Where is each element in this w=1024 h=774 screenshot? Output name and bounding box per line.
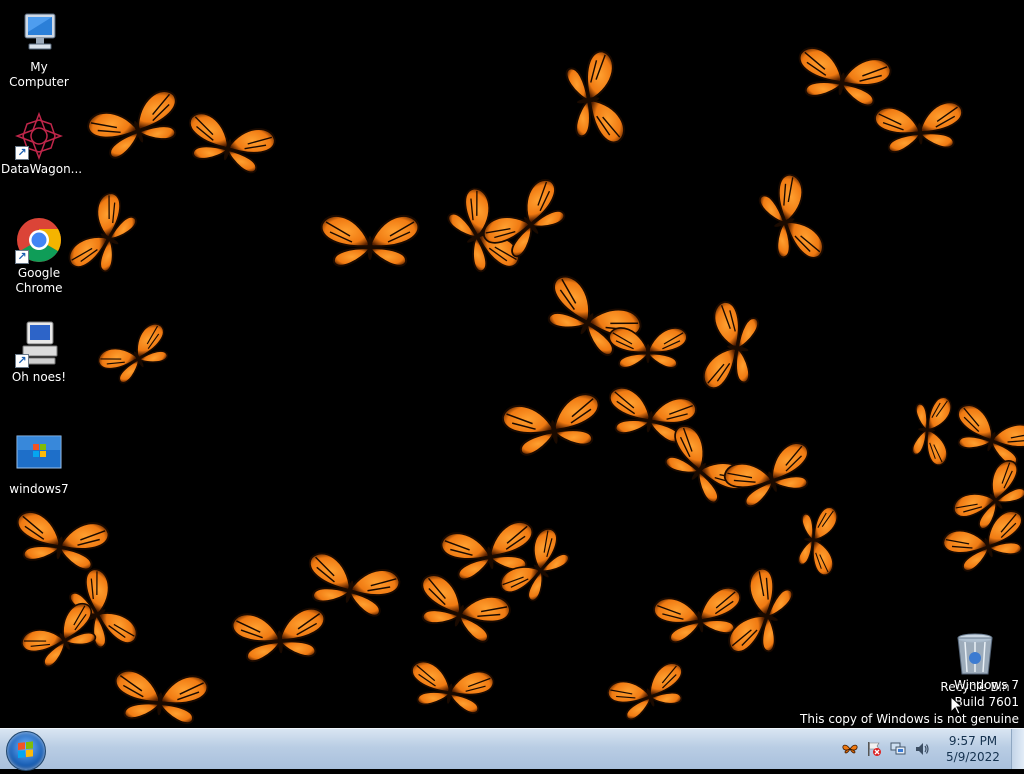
butterfly [700,299,762,395]
butterfly [792,44,894,110]
butterfly-icon[interactable] [842,741,858,757]
butterfly [10,508,112,574]
volume-icon[interactable] [914,741,930,757]
windows7-image-icon [15,432,63,480]
computer-icon [15,10,63,58]
desktop-icon-google-chrome[interactable]: ↗ Google Chrome [1,216,77,296]
icon-label: windows7 [9,482,69,496]
butterfly [409,570,514,649]
chrome-icon: ↗ [15,216,63,264]
butterfly [111,668,210,726]
desktop[interactable]: My Computer ↗ DataWagon... ↗ Google Chro… [0,0,1024,728]
butterfly [405,658,496,717]
recycle-bin-icon [951,630,999,678]
butterfly-wallpaper [10,44,1024,726]
action-center-flag-icon[interactable] [866,741,882,757]
show-desktop-button[interactable] [1011,729,1024,769]
taskbar-clock[interactable]: 9:57 PM 5/9/2022 [940,733,1006,765]
butterfly [230,606,329,664]
desktop-icon-datawagon[interactable]: ↗ DataWagon... [1,111,83,177]
butterfly [604,659,693,725]
clock-time: 9:57 PM [948,734,998,748]
desktop-icon-my-computer[interactable]: My Computer [1,10,77,90]
butterfly [796,504,839,577]
clock-date: 5/9/2022 [946,750,1000,764]
watermark-notice: This copy of Windows is not genuine [800,712,1019,726]
icon-label: Google Chrome [15,266,63,295]
shortcut-arrow-icon: ↗ [15,250,29,264]
icon-label: My Computer [9,60,69,89]
start-button[interactable] [6,731,46,771]
butterfly [94,319,178,390]
icon-label: DataWagon... [1,162,83,176]
butterfly [608,327,688,369]
butterfly [753,170,828,270]
network-icon[interactable] [890,741,906,757]
taskbar: 9:57 PM 5/9/2022 [0,728,1024,771]
icon-label: Oh noes! [11,370,67,384]
butterfly [84,86,189,165]
butterfly [724,564,799,664]
datawagon-icon: ↗ [14,111,64,161]
shortcut-arrow-icon: ↗ [15,146,29,160]
windows-genuine-watermark: Windows 7 Build 7601 This copy of Window… [800,677,1019,728]
butterfly [910,394,953,467]
butterfly [180,109,279,178]
watermark-build: Build 7601 [954,695,1019,709]
butterfly [320,214,420,267]
windows-start-orb [18,741,33,758]
butterfly [562,48,628,150]
desktop-icon-oh-noes[interactable]: ↗ Oh noes! [1,320,77,385]
desktop-icon-windows7[interactable]: windows7 [1,432,77,497]
butterfly [720,438,820,513]
shortcut-arrow-icon: ↗ [15,354,29,368]
mouse-cursor-icon [951,697,963,715]
watermark-os: Windows 7 [953,678,1019,692]
butterfly [946,401,1024,471]
butterfly [500,390,607,459]
butterfly [873,100,966,155]
error-computer-icon: ↗ [15,320,63,368]
